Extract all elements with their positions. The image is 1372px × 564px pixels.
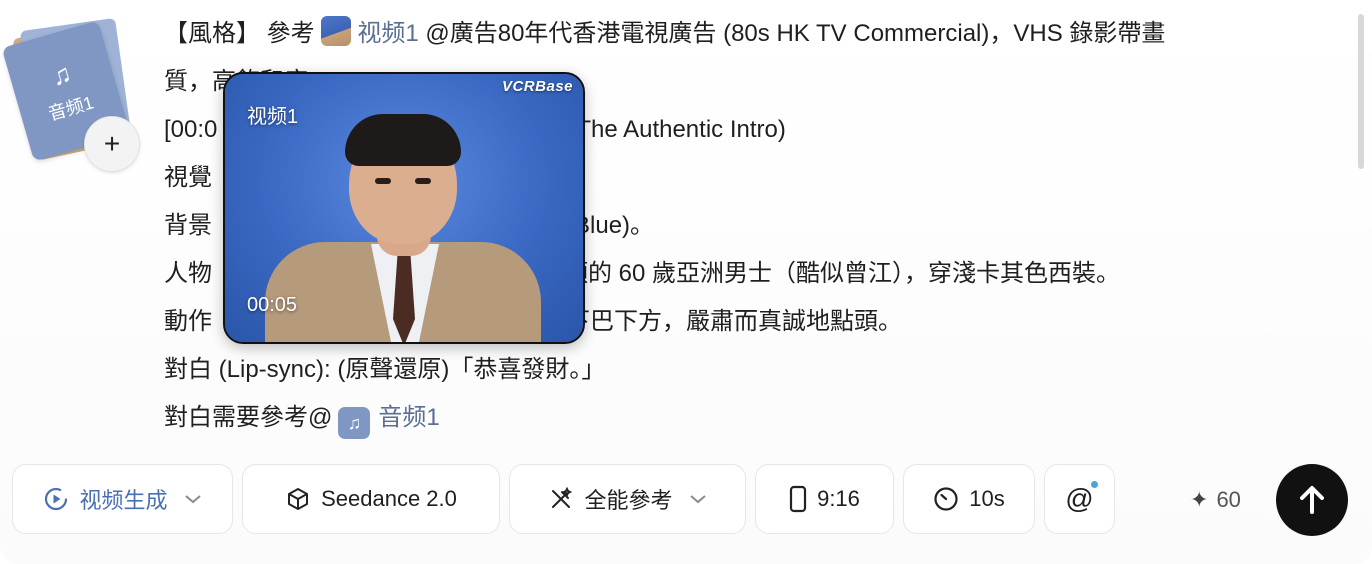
video-generate-icon bbox=[43, 486, 69, 512]
audio-reference-link[interactable]: 音频1 bbox=[378, 404, 439, 431]
aspect-ratio-button[interactable]: 9:16 bbox=[755, 464, 894, 534]
add-attachment-button[interactable]: + bbox=[84, 116, 140, 172]
prompt-text-segment: 人物 bbox=[164, 260, 212, 287]
sparkle-icon: ✦ bbox=[1190, 487, 1209, 512]
credits-value: 60 bbox=[1216, 487, 1241, 512]
magic-wand-icon bbox=[548, 486, 574, 512]
prompt-text-segment: Blue)。 bbox=[574, 212, 655, 239]
notification-dot bbox=[1091, 481, 1098, 488]
cube-icon bbox=[285, 486, 311, 512]
prompt-line: 【風格】 參考 视频1 @廣告80年代香港電視廣告 (80s HK TV Com… bbox=[164, 10, 1349, 58]
video-preview-popup[interactable]: VCRBase 视频1 00:05 bbox=[223, 72, 585, 344]
video-reference-thumbnail[interactable] bbox=[321, 16, 352, 46]
video-preview-timestamp: 00:05 bbox=[247, 294, 298, 316]
prompt-text-segment: (The Authentic Intro) bbox=[568, 116, 786, 143]
model-label: Seedance 2.0 bbox=[321, 486, 457, 511]
prompt-line: 對白 (Lip-sync): (原聲還原)「恭喜發財。」 bbox=[164, 356, 606, 383]
clock-icon bbox=[933, 486, 959, 512]
credits-indicator: ✦ 60 bbox=[1190, 484, 1241, 516]
mode-dropdown[interactable]: 视频生成 bbox=[12, 464, 233, 534]
at-sign-icon: @ bbox=[1065, 483, 1094, 514]
reference-mode-dropdown[interactable]: 全能參考 bbox=[509, 464, 746, 534]
prompt-text-segment: 動作 bbox=[164, 308, 212, 335]
send-button[interactable] bbox=[1276, 464, 1348, 536]
prompt-line: 對白需要參考@ ♫ 音频1 bbox=[164, 394, 1349, 442]
video-frame-eyes bbox=[375, 178, 431, 186]
arrow-up-icon bbox=[1300, 486, 1324, 514]
duration-button[interactable]: 10s bbox=[903, 464, 1035, 534]
mode-label: 视频生成 bbox=[79, 488, 168, 513]
prompt-text-segment: 【風格】 參考 bbox=[164, 20, 322, 47]
prompt-card: ♫ 音频1 + 【風格】 參考 视频1 @廣告80年代香港電視廣告 (80s H… bbox=[0, 0, 1372, 564]
reference-mode-label: 全能參考 bbox=[584, 488, 673, 513]
music-note-icon: ♫ bbox=[47, 57, 75, 92]
model-selector-button[interactable]: Seedance 2.0 bbox=[242, 464, 500, 534]
prompt-text-segment: @廣告80年代香港電視廣告 (80s HK TV Commercial)，VHS… bbox=[418, 20, 1166, 47]
prompt-text-segment: 背景 bbox=[164, 212, 212, 239]
video-preview-label: 视频1 bbox=[247, 106, 299, 128]
prompt-text-segment: 對白需要參考@ bbox=[164, 404, 333, 431]
prompt-text-segment: 下巴下方，嚴肅而真誠地點頭。 bbox=[566, 308, 902, 335]
chevron-down-icon bbox=[689, 493, 707, 505]
prompt-text-segment: [00:0 bbox=[164, 116, 218, 143]
video-watermark: VCRBase bbox=[501, 78, 573, 95]
chevron-down-icon bbox=[184, 493, 202, 505]
prompt-text-segment: 頭的 60 歲亞洲男士（酷似曾江），穿淺卡其色西裝。 bbox=[564, 260, 1121, 287]
scrollbar-thumb[interactable] bbox=[1358, 14, 1364, 169]
audio-reference-icon[interactable]: ♫ bbox=[338, 407, 371, 439]
mention-button[interactable]: @ bbox=[1044, 464, 1115, 534]
aspect-ratio-label: 9:16 bbox=[817, 486, 860, 511]
phone-portrait-icon bbox=[789, 485, 807, 513]
attachment-stack[interactable]: ♫ 音频1 + bbox=[1, 17, 140, 172]
attachment-audio-label: 音频1 bbox=[46, 92, 96, 125]
duration-label: 10s bbox=[969, 486, 1005, 511]
video-reference-link[interactable]: 视频1 bbox=[357, 20, 418, 47]
video-frame-hair bbox=[345, 114, 461, 166]
